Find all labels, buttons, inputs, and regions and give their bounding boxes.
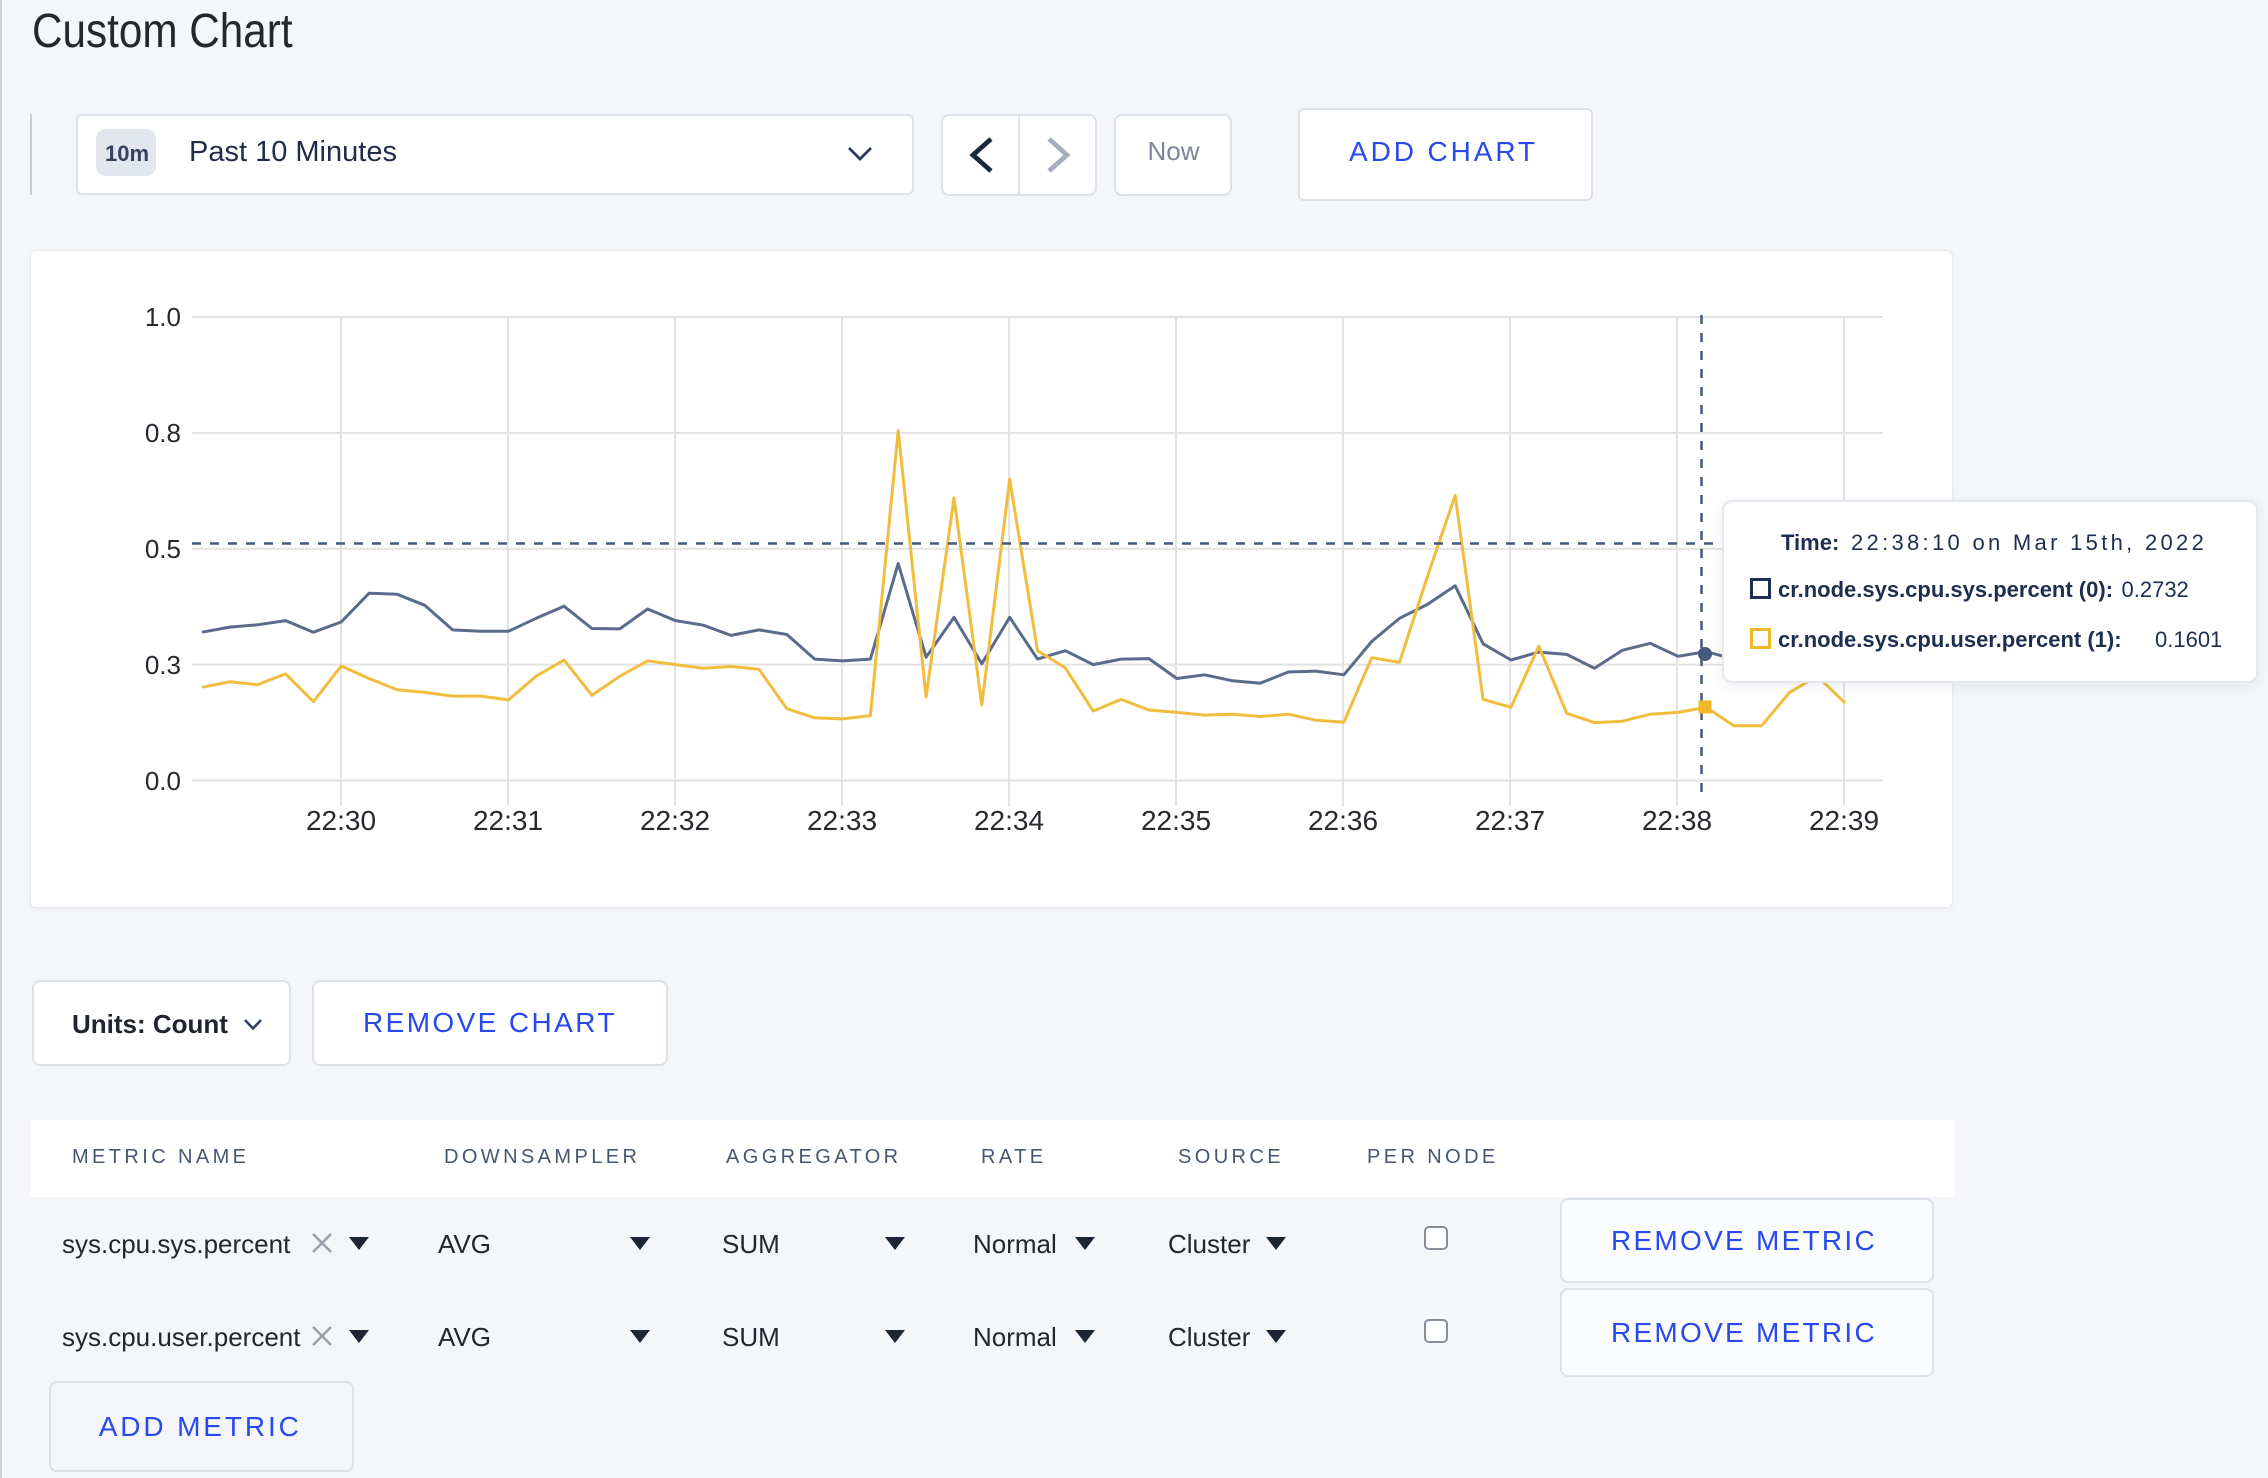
- svg-text:22:38: 22:38: [1642, 805, 1712, 836]
- svg-text:0.8: 0.8: [145, 418, 181, 448]
- svg-text:0.3: 0.3: [145, 650, 181, 680]
- svg-text:0.0: 0.0: [145, 766, 181, 796]
- svg-text:22:31: 22:31: [473, 805, 543, 836]
- svg-text:22:39: 22:39: [1809, 805, 1879, 836]
- svg-text:22:32: 22:32: [640, 805, 710, 836]
- svg-text:22:37: 22:37: [1475, 805, 1545, 836]
- svg-text:22:35: 22:35: [1141, 805, 1211, 836]
- svg-text:1.0: 1.0: [145, 302, 181, 332]
- svg-text:22:36: 22:36: [1308, 805, 1378, 836]
- svg-text:22:30: 22:30: [306, 805, 376, 836]
- svg-text:22:33: 22:33: [807, 805, 877, 836]
- svg-text:0.5: 0.5: [145, 534, 181, 564]
- svg-text:22:34: 22:34: [974, 805, 1044, 836]
